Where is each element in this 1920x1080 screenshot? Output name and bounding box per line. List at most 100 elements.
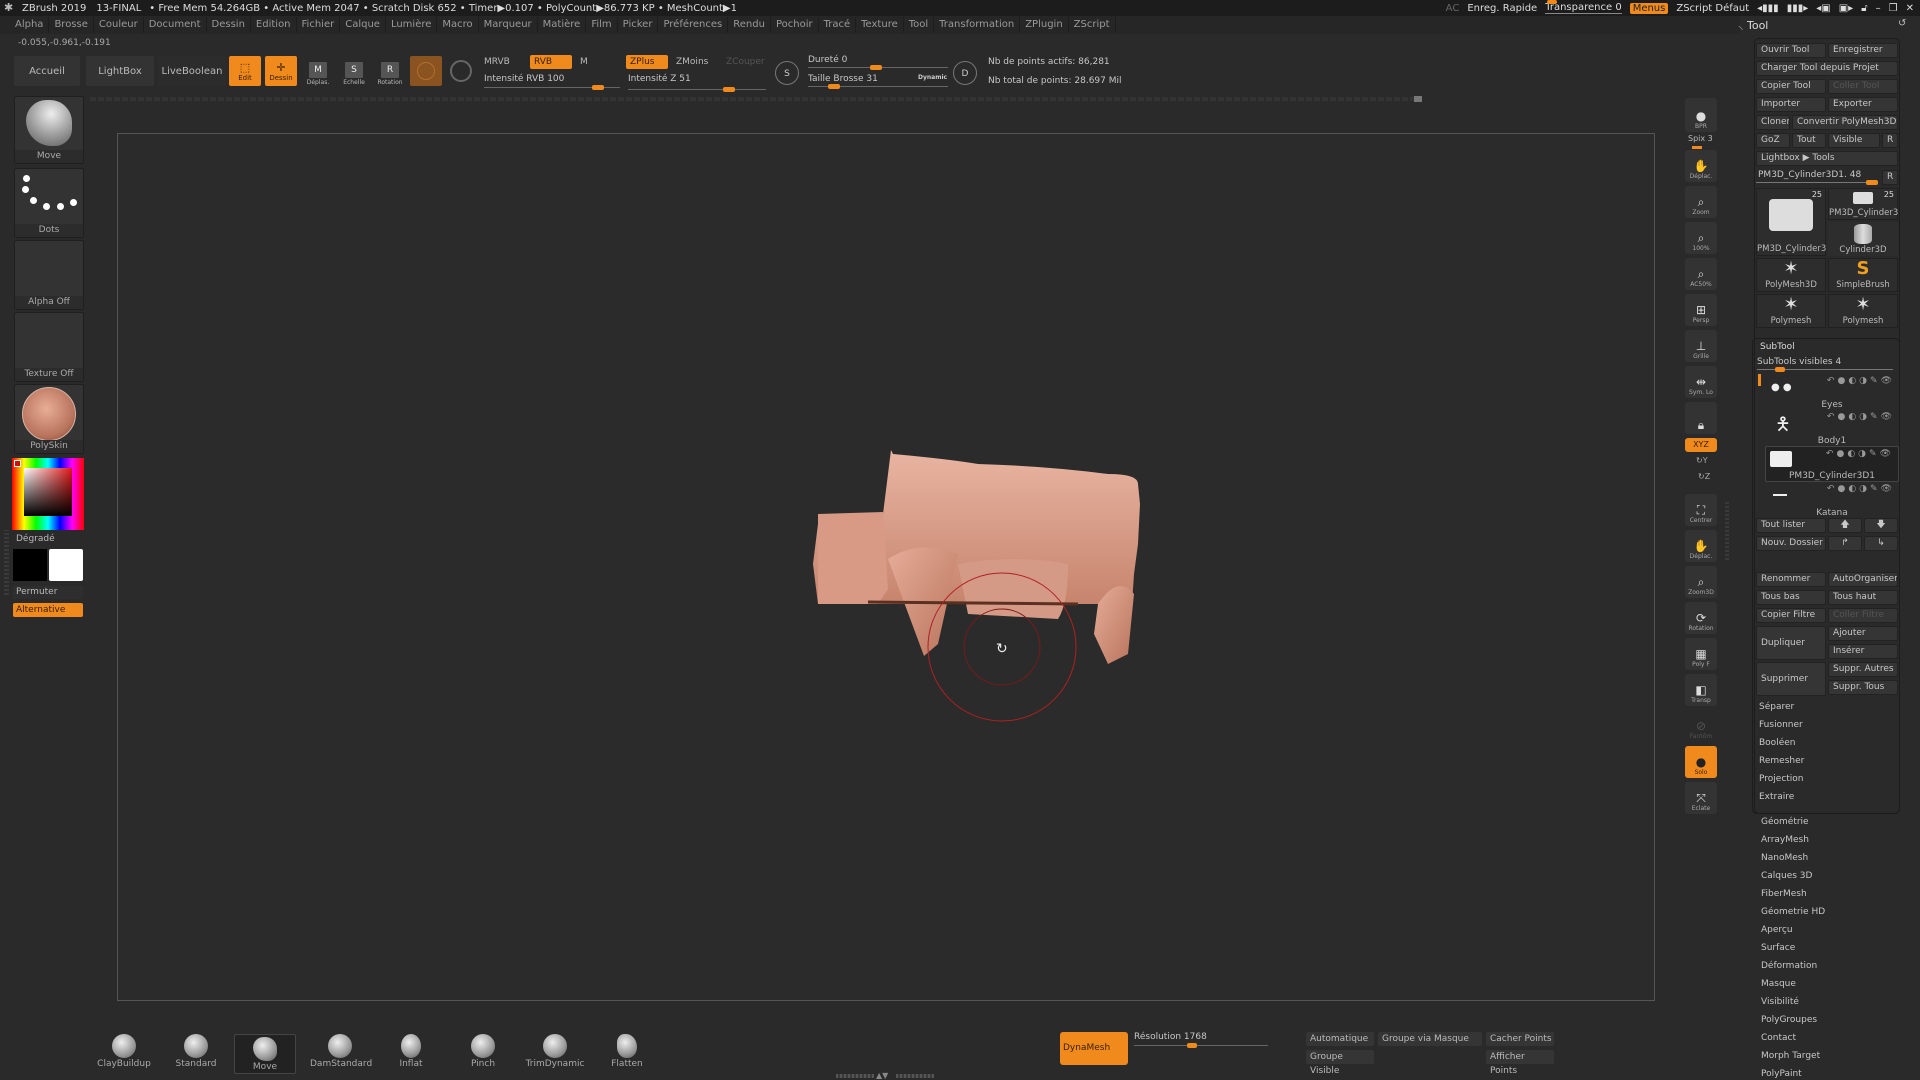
color-picker[interactable] (12, 458, 84, 530)
subtool-controls-icon[interactable]: ↶●◐◑✎👁︎ (1827, 376, 1895, 386)
tray-right-icon[interactable]: ▮▮▮▸ (1787, 3, 1809, 14)
move-view-button[interactable]: ✋ Déplac. (1685, 150, 1717, 182)
ac-toggle[interactable]: AC (1446, 3, 1460, 14)
rename-button[interactable]: Renommer (1756, 572, 1826, 587)
slider-knob[interactable] (1775, 367, 1785, 372)
menu-geometry[interactable]: Géométrie (1761, 817, 1809, 827)
insert-button[interactable]: Insérer (1828, 644, 1898, 659)
gradient-label[interactable]: Dégradé (16, 534, 55, 544)
slider-knob[interactable] (828, 84, 840, 89)
move-down-icon[interactable]: 🡇 (1864, 518, 1898, 533)
menu-light[interactable]: Lumière (386, 17, 438, 33)
bottom-tray-handle[interactable] (836, 1074, 874, 1078)
panel-reset-icon[interactable]: ↺ (1898, 18, 1906, 29)
menu-nanomesh[interactable]: NanoMesh (1761, 853, 1808, 863)
menu-brush[interactable]: Brosse (49, 17, 94, 33)
duplicate-button[interactable]: Dupliquer (1756, 626, 1826, 660)
auto-groups-button[interactable]: Automatique (1306, 1032, 1374, 1046)
zcut-button[interactable]: ZCouper (722, 55, 772, 69)
brush-flatten[interactable]: Flatten (597, 1032, 657, 1070)
material-selector[interactable]: PolySkin (14, 384, 84, 454)
move3d-button[interactable]: ✋ Déplac. (1685, 530, 1717, 562)
subtool-item[interactable]: ↶●◐◑✎👁︎ Katana (1765, 482, 1899, 518)
menu-document[interactable]: Document (144, 17, 207, 33)
brush-inflat[interactable]: Inflat (381, 1032, 441, 1070)
subtool-controls-icon[interactable]: ↶●◐◑✎👁︎ (1826, 449, 1894, 459)
solo-button[interactable]: ● Solo (1685, 746, 1717, 778)
top-tray-handle[interactable] (90, 97, 1420, 101)
split-section[interactable]: Séparer (1759, 702, 1794, 712)
main-color-swatch[interactable] (49, 549, 83, 581)
brush-pinch[interactable]: Pinch (453, 1032, 513, 1070)
subtool-item[interactable]: 🯅 ↶●◐◑✎👁︎ Body1 (1765, 410, 1899, 446)
menu-marker[interactable]: Marqueur (479, 17, 538, 33)
menu-render[interactable]: Rendu (728, 17, 771, 33)
alpha-selector[interactable]: Alpha Off (14, 240, 84, 310)
tool-thumb[interactable]: 25 PM3D_Cylinder3 (1828, 188, 1898, 220)
right-tray-handle[interactable] (1725, 500, 1729, 560)
menu-layer[interactable]: Calque (340, 17, 386, 33)
goz-all-button[interactable]: Tout (1792, 133, 1826, 148)
current-tool-r-button[interactable]: R (1882, 170, 1898, 185)
bpr-button[interactable]: ● BPR (1685, 98, 1717, 132)
slider-knob[interactable] (723, 87, 735, 92)
menu-masking[interactable]: Masque (1761, 979, 1796, 989)
stroke-lazy-s-button[interactable]: S (775, 61, 799, 85)
group-visible-button[interactable]: Groupe Visible (1306, 1050, 1374, 1076)
project-section[interactable]: Projection (1759, 774, 1804, 784)
brush-size-slider[interactable] (808, 84, 948, 89)
goz-button[interactable]: GoZ (1756, 133, 1790, 148)
zoom3d-button[interactable]: ⌕ Zoom3D (1685, 566, 1717, 598)
slider-knob[interactable] (1547, 0, 1558, 4)
menu-picker[interactable]: Picker (618, 17, 659, 33)
rgb-button[interactable]: RVB (530, 55, 572, 69)
subtool-header[interactable]: SubTool (1760, 342, 1795, 352)
menu-alpha[interactable]: Alpha (10, 17, 50, 33)
home-button[interactable]: Accueil (14, 56, 80, 86)
dynamesh-button[interactable]: DynaMesh (1060, 1032, 1128, 1065)
menu-transform[interactable]: Transformation (934, 17, 1021, 33)
edit-button[interactable]: ⬚ Edit (229, 56, 261, 86)
left-tray-handle[interactable] (4, 530, 9, 595)
export-button[interactable]: Exporter (1828, 97, 1898, 112)
menu-stroke[interactable]: Tracé (819, 17, 857, 33)
clone-button[interactable]: Cloner (1756, 115, 1790, 130)
menu-polypaint[interactable]: PolyPaint (1761, 1069, 1802, 1079)
tray-toggle-icon[interactable]: ▲▼ (876, 1071, 888, 1080)
menus-toggle[interactable]: Menus (1629, 2, 1669, 14)
tool-thumb[interactable]: ✶ Polymesh (1756, 294, 1826, 328)
menu-tool[interactable]: Tool (904, 17, 935, 33)
copy-filter-button[interactable]: Copier Filtre (1756, 608, 1826, 623)
boolean-section[interactable]: Booléen (1759, 738, 1795, 748)
swap-colors-button[interactable]: Permuter (13, 586, 83, 599)
z-intensity-slider[interactable] (628, 87, 766, 92)
menu-material[interactable]: Matière (538, 17, 587, 33)
subtool-scrollbar[interactable] (1758, 374, 1761, 386)
tool-thumb[interactable]: Cylinder3D (1828, 222, 1898, 256)
menu-geometry-hd[interactable]: Géometrie HD (1761, 907, 1825, 917)
save-tool-button[interactable]: Enregistrer (1828, 43, 1898, 58)
slider-knob[interactable] (592, 85, 604, 90)
delete-all-button[interactable]: Suppr. Tous (1828, 680, 1898, 695)
delete-button[interactable]: Supprimer (1756, 662, 1826, 696)
rotate-z-button[interactable]: ↻Z (1698, 472, 1710, 481)
lightbox-tools-button[interactable]: Lightbox ▶ Tools (1756, 151, 1898, 166)
close-icon[interactable]: ✕ (1906, 3, 1914, 14)
subtool-controls-icon[interactable]: ↶●◐◑✎👁︎ (1827, 484, 1895, 494)
sculptris-pro-button[interactable] (410, 56, 442, 86)
subtool-item[interactable]: ↶●◐◑✎👁︎ PM3D_Cylinder3D1 (1765, 446, 1899, 482)
menu-zplugin[interactable]: ZPlugin (1020, 17, 1069, 33)
show-points-button[interactable]: Afficher Points (1486, 1050, 1554, 1076)
rotate-button[interactable]: R Rotation (375, 58, 405, 86)
autoreorder-button[interactable]: AutoOrganiser (1828, 572, 1898, 587)
folder-exit-icon[interactable]: ↳ (1864, 536, 1898, 551)
frame-button[interactable]: ⛶ Centrer (1685, 494, 1717, 526)
menu-stencil[interactable]: Pochoir (771, 17, 819, 33)
tray-left-icon[interactable]: ◂▮▮▮ (1757, 3, 1779, 14)
all-high-button[interactable]: Tous haut (1828, 590, 1898, 605)
move-button[interactable]: M Déplas. (303, 58, 333, 86)
new-folder-button[interactable]: Nouv. Dossier (1756, 536, 1826, 551)
transparency-button[interactable]: ◧ Transp (1685, 674, 1717, 706)
quicksave-button[interactable]: Enreg. Rapide (1467, 3, 1537, 14)
perspective-button[interactable]: ⊞ Persp (1685, 294, 1717, 326)
